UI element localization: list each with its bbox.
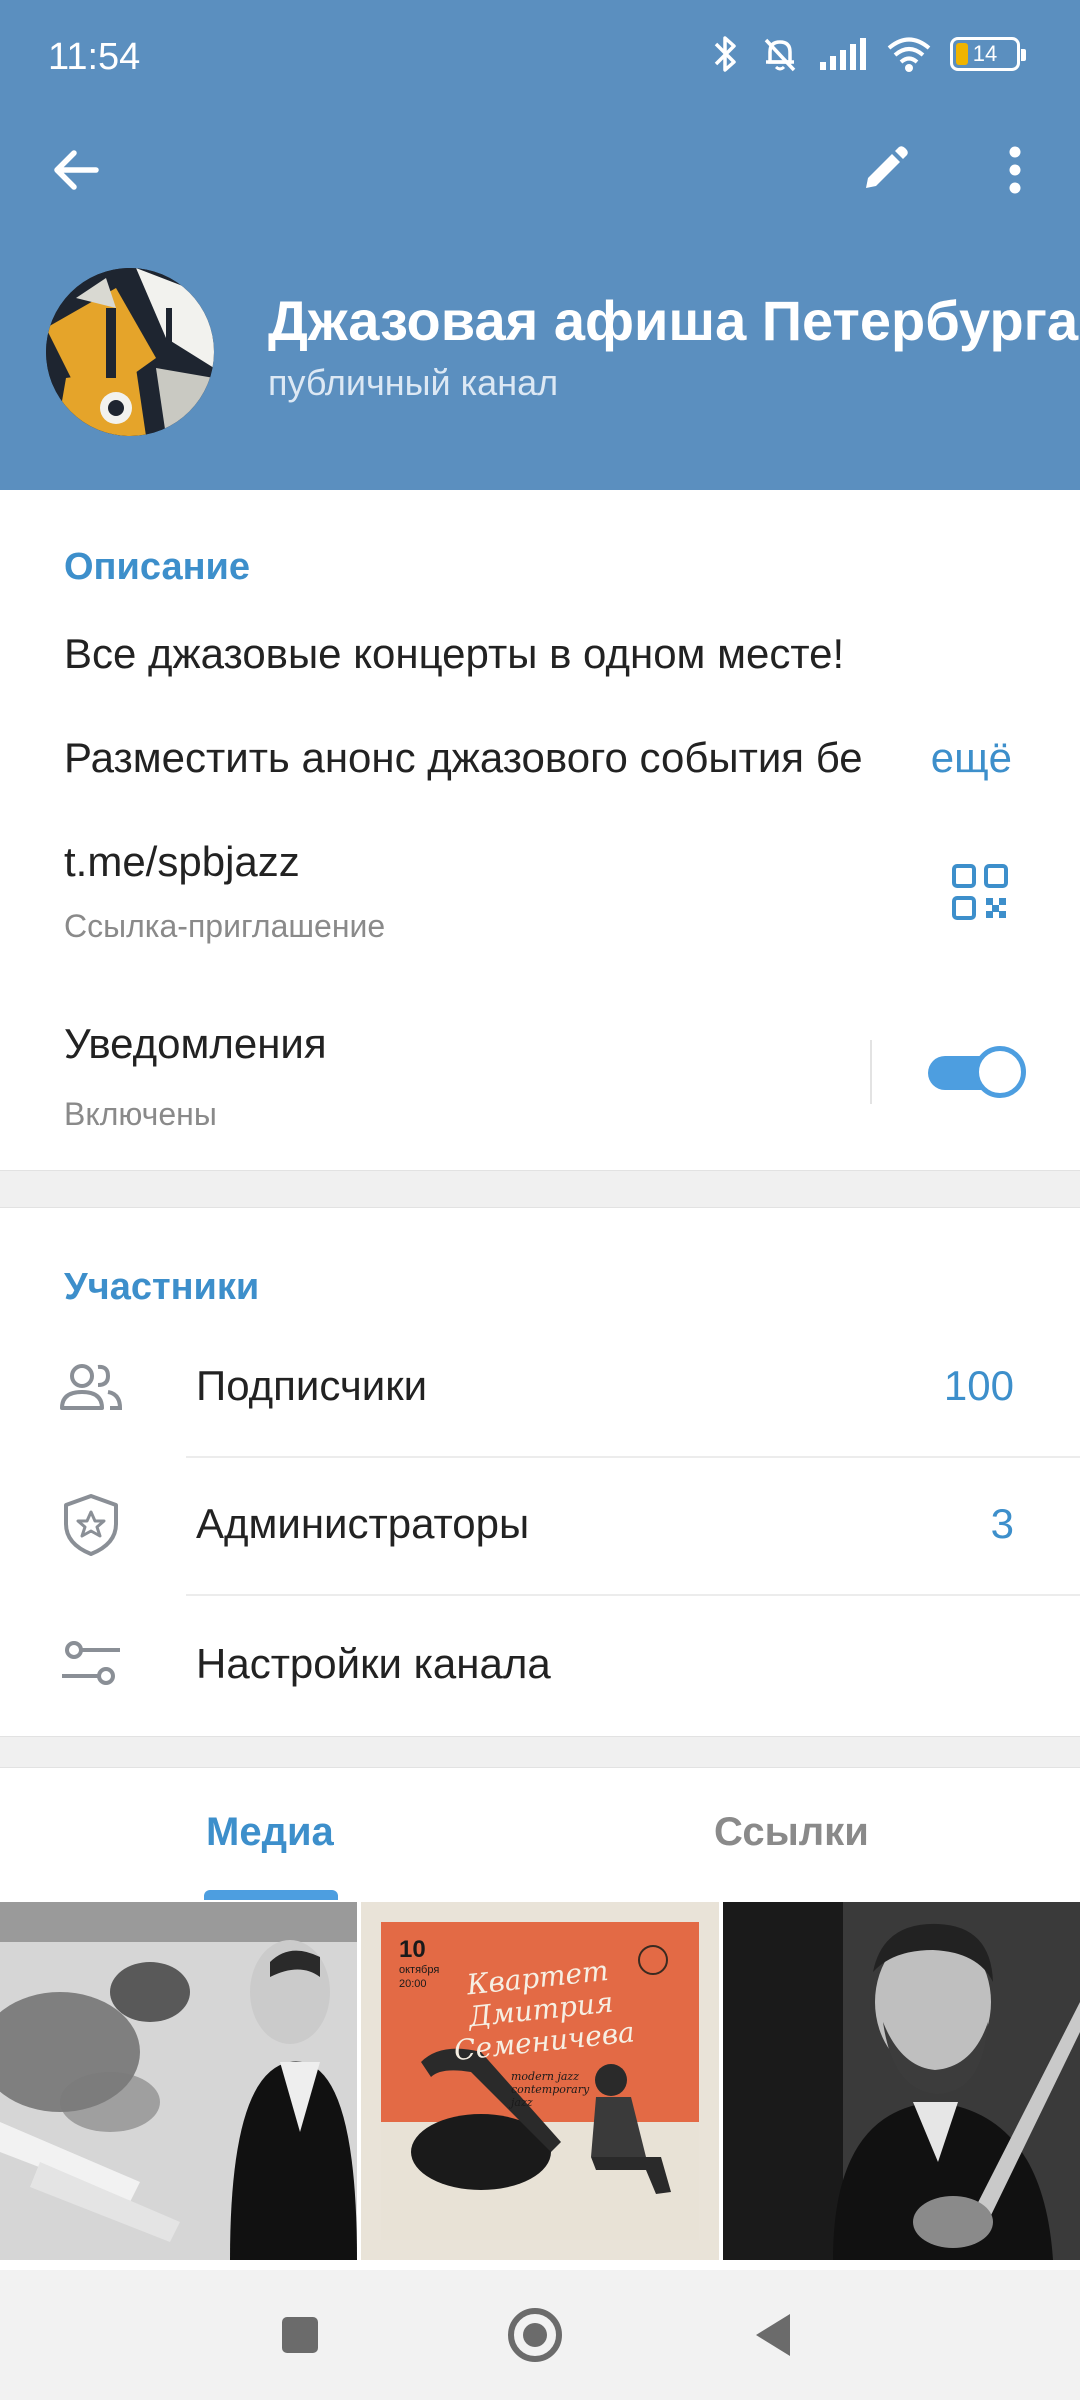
notifications-status: Включены xyxy=(64,1096,217,1132)
wifi-icon xyxy=(887,37,931,72)
battery-level: 14 xyxy=(972,41,998,66)
administrators-row[interactable]: Администраторы xyxy=(196,1500,529,1548)
poster-date-month: октября xyxy=(399,1964,440,1976)
back-triangle-icon[interactable] xyxy=(740,2300,810,2370)
bluetooth-icon xyxy=(714,36,736,72)
channel-avatar[interactable] xyxy=(46,268,214,436)
channel-type: публичный канал xyxy=(268,362,559,403)
section-gap xyxy=(0,1170,1080,1208)
administrators-count: 3 xyxy=(990,1500,1014,1547)
section-gap xyxy=(0,1736,1080,1768)
poster-subtitle: modern jazz contemporary jazz xyxy=(511,2070,590,2109)
toggle-divider xyxy=(870,1040,872,1104)
battery-indicator: 14 xyxy=(950,37,1026,71)
bell-muted-icon xyxy=(764,38,796,72)
subscribers-row[interactable]: Подписчики xyxy=(196,1362,427,1410)
qr-code-icon[interactable] xyxy=(950,862,1010,922)
home-circle-icon[interactable] xyxy=(500,2300,570,2370)
status-icons: 14 xyxy=(708,34,1026,74)
system-nav-bar xyxy=(0,2270,1080,2400)
arrow-left-icon[interactable] xyxy=(46,140,106,200)
notifications-toggle[interactable] xyxy=(928,1046,1026,1098)
tab-links[interactable]: Ссылки xyxy=(714,1810,869,1855)
channel-settings-row[interactable]: Настройки канала xyxy=(196,1640,551,1688)
pencil-icon[interactable] xyxy=(854,140,914,200)
channel-link-caption: Ссылка-приглашение xyxy=(64,908,386,944)
subscribers-count: 100 xyxy=(943,1362,1014,1409)
shield-star-icon xyxy=(64,1494,118,1556)
channel-header: 11:54 14 Джазовая афиша Петербурга публи… xyxy=(0,0,1080,490)
tab-indicator xyxy=(204,1890,338,1900)
notifications-label: Уведомления xyxy=(64,1020,327,1067)
media-thumbnail[interactable]: 10 октября 20:00 Квартет Дмитрия Семенич… xyxy=(361,1902,719,2260)
participants-section-title: Участники xyxy=(64,1266,260,1308)
status-time: 11:54 xyxy=(48,36,141,78)
users-icon xyxy=(60,1364,123,1410)
recents-square-icon[interactable] xyxy=(265,2300,335,2370)
row-divider xyxy=(186,1594,1080,1596)
poster-date-time: 20:00 xyxy=(399,1978,427,1990)
signal-icon xyxy=(820,38,866,70)
row-divider xyxy=(186,1456,1080,1458)
poster-date-num: 10 xyxy=(399,1936,426,1963)
channel-title: Джазовая афиша Петербурга xyxy=(268,289,1079,352)
description-more-link[interactable]: ещё xyxy=(890,734,1012,782)
description-line-2: Разместить анонс джазового события бе xyxy=(64,734,863,781)
more-vertical-icon[interactable] xyxy=(990,140,1040,200)
sliders-icon xyxy=(62,1641,120,1685)
tab-media[interactable]: Медиа xyxy=(206,1810,334,1855)
description-section-title: Описание xyxy=(64,546,251,588)
media-thumbnail[interactable] xyxy=(0,1902,357,2260)
channel-link[interactable]: t.me/spbjazz xyxy=(64,838,300,886)
media-thumbnail[interactable] xyxy=(723,1902,1080,2260)
description-line-1: Все джазовые концерты в одном месте! xyxy=(64,630,845,677)
